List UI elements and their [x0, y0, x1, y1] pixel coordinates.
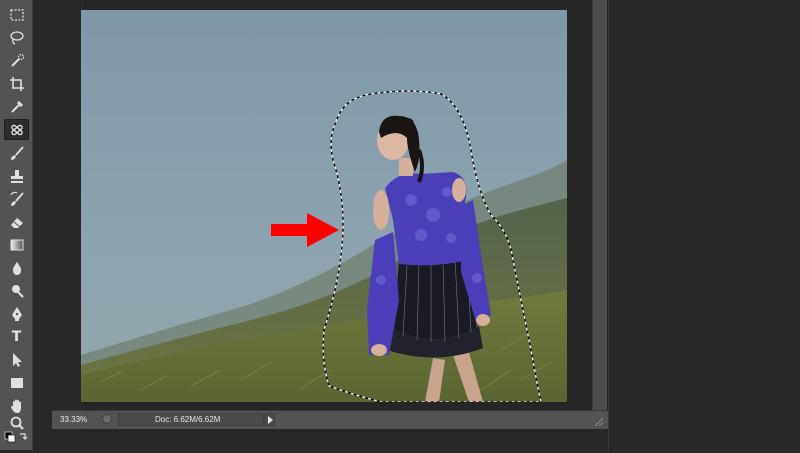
- crop-tool[interactable]: [4, 73, 29, 94]
- pen-tool[interactable]: [4, 303, 29, 324]
- status-info-icon[interactable]: [102, 414, 112, 424]
- rectangular-marquee-icon: [9, 8, 24, 21]
- pen-icon: [11, 306, 22, 321]
- right-panel-area: [608, 0, 800, 450]
- vertical-scrollbar[interactable]: [592, 0, 607, 410]
- eyedropper-tool[interactable]: [4, 96, 29, 117]
- brush-tool[interactable]: [4, 142, 29, 163]
- dodge-tool[interactable]: [4, 280, 29, 301]
- eraser-tool[interactable]: [4, 211, 29, 232]
- healing-brush-icon: [10, 124, 23, 135]
- lasso-tool[interactable]: [4, 27, 29, 48]
- eraser-icon: [10, 217, 23, 228]
- photo-image: [81, 10, 567, 402]
- rectangular-marquee-tool[interactable]: [4, 4, 29, 25]
- document-canvas[interactable]: [81, 10, 567, 402]
- doc-size-readout: Doc: 6.62M/6.62M: [155, 415, 221, 424]
- crop-icon: [9, 76, 24, 91]
- quick-selection-icon: [10, 53, 24, 67]
- status-bar: 33.33% Doc: 6.62M/6.62M: [52, 410, 608, 429]
- gradient-icon: [10, 239, 23, 250]
- type-icon: T: [11, 328, 22, 345]
- history-brush-icon: [9, 191, 24, 206]
- blur-tool[interactable]: [4, 257, 29, 278]
- zoom-icon: [10, 416, 24, 430]
- zoom-level[interactable]: 33.33%: [60, 415, 87, 424]
- color-swatches[interactable]: [3, 430, 29, 448]
- path-selection-icon: [12, 352, 22, 367]
- rectangle-shape-icon: [10, 377, 23, 388]
- path-selection-tool[interactable]: [4, 349, 29, 370]
- healing-brush-tool[interactable]: [4, 119, 29, 140]
- dodge-icon: [11, 284, 24, 298]
- type-tool[interactable]: T: [4, 326, 29, 347]
- rectangle-shape-tool[interactable]: [4, 372, 29, 393]
- status-menu-arrow-icon[interactable]: [264, 413, 275, 426]
- quick-selection-tool[interactable]: [4, 50, 29, 71]
- blur-icon: [12, 261, 21, 275]
- tools-panel: T: [0, 0, 33, 450]
- lasso-icon: [9, 30, 24, 45]
- history-brush-tool[interactable]: [4, 188, 29, 209]
- clone-stamp-tool[interactable]: [4, 165, 29, 186]
- eyedropper-icon: [10, 100, 23, 113]
- gradient-tool[interactable]: [4, 234, 29, 255]
- brush-icon: [10, 145, 24, 160]
- clone-stamp-icon: [10, 169, 23, 183]
- resize-grip-icon[interactable]: [592, 415, 604, 427]
- default-colors-icon: [4, 431, 28, 443]
